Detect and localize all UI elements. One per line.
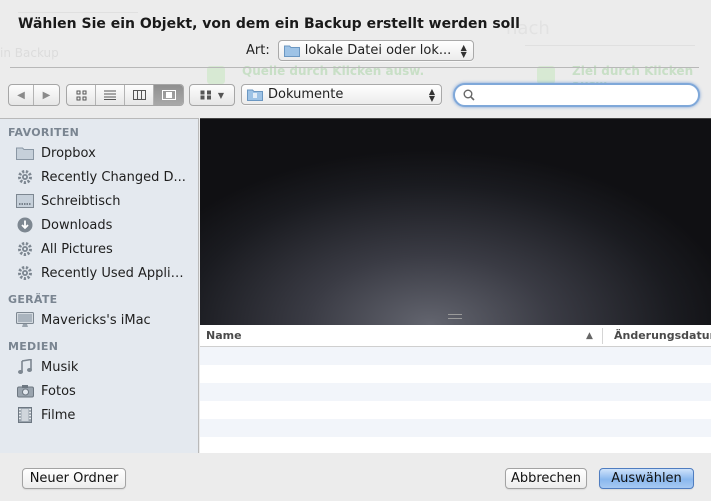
back-forward-control: ◀ ▶	[8, 84, 60, 106]
new-folder-button[interactable]: Neuer Ordner	[22, 468, 126, 489]
location-popup-value: Dokumente	[268, 87, 344, 102]
column-header-date[interactable]: Änderungsdatum	[614, 329, 711, 342]
type-popup[interactable]: lokale Datei oder lok... ▲ ▼	[277, 40, 474, 61]
list-view-icon	[104, 90, 116, 100]
popup-arrows-icon: ▲ ▼	[428, 86, 435, 103]
camera-icon	[16, 382, 34, 400]
gear-icon	[16, 240, 34, 258]
sidebar-item-desktop[interactable]: Schreibtisch	[0, 189, 198, 213]
list-view-button[interactable]	[96, 85, 125, 105]
search-icon	[463, 89, 475, 101]
film-icon	[16, 406, 34, 424]
search-input[interactable]	[479, 88, 679, 102]
gear-icon	[16, 168, 34, 186]
sidebar-item-all-pictures[interactable]: All Pictures	[0, 237, 198, 261]
sidebar-item-label: Musik	[41, 359, 79, 375]
sidebar-item-label: Mavericks's iMac	[41, 312, 151, 328]
cancel-button[interactable]: Abbrechen	[505, 468, 587, 489]
coverflow-view-icon	[161, 90, 176, 100]
back-button[interactable]: ◀	[9, 85, 34, 105]
splitter-grip[interactable]	[448, 314, 462, 319]
back-icon: ◀	[17, 89, 25, 101]
column-separator[interactable]	[602, 328, 603, 344]
chevron-down-icon: ▼	[217, 90, 225, 100]
choose-button[interactable]: Auswählen	[599, 468, 694, 489]
icon-view-icon	[76, 90, 86, 100]
type-popup-value: lokale Datei oder lok...	[304, 43, 452, 58]
sidebar-item-label: Recently Changed D...	[41, 169, 186, 185]
sort-ascending-icon: ▲	[586, 330, 593, 341]
gear-icon	[16, 264, 34, 282]
list-header: Name ▲ Änderungsdatum	[200, 325, 711, 347]
search-field[interactable]	[453, 83, 700, 107]
type-label: Art:	[246, 43, 270, 58]
file-list[interactable]: Name ▲ Änderungsdatum	[200, 325, 711, 453]
coverflow-preview	[200, 118, 711, 325]
music-icon	[16, 358, 34, 376]
divider	[10, 67, 699, 68]
sidebar-item-label: Recently Used Applic...	[41, 265, 186, 281]
sidebar-item-label: Filme	[41, 407, 76, 423]
sidebar-item-photos[interactable]: Fotos	[0, 379, 198, 403]
empty-row	[200, 365, 711, 383]
sidebar-item-label: All Pictures	[41, 241, 113, 257]
forward-button[interactable]: ▶	[34, 85, 59, 105]
documents-folder-icon	[247, 89, 263, 101]
sidebar-heading-favorites: FAVORITEN	[8, 125, 80, 139]
sidebar: FAVORITEN Dropbox Recently Changed D... …	[0, 118, 199, 453]
download-icon	[16, 216, 34, 234]
coverflow-view-button[interactable]	[154, 85, 183, 105]
sidebar-item-label: Dropbox	[41, 145, 96, 161]
arrange-icon	[200, 90, 211, 100]
icon-view-button[interactable]	[67, 85, 96, 105]
desktop-icon	[16, 192, 34, 210]
sidebar-heading-devices: GERÄTE	[8, 292, 58, 306]
empty-row	[200, 419, 711, 437]
dialog-title: Wählen Sie ein Objekt, von dem ein Backu…	[18, 16, 520, 32]
toolbar: ◀ ▶ ▼ Dokumente ▲ ▼	[0, 83, 711, 110]
sidebar-item-music[interactable]: Musik	[0, 355, 198, 379]
forward-icon: ▶	[42, 89, 51, 101]
empty-row	[200, 383, 711, 401]
column-view-icon	[132, 90, 146, 100]
imac-icon	[16, 311, 34, 329]
sidebar-item-movies[interactable]: Filme	[0, 403, 198, 427]
type-row: Art: lokale Datei oder lok... ▲ ▼	[246, 40, 474, 61]
column-header-name[interactable]: Name	[206, 329, 242, 342]
button-bar: Neuer Ordner Abbrechen Auswählen	[0, 453, 711, 501]
folder-icon	[283, 45, 300, 57]
sidebar-item-dropbox[interactable]: Dropbox	[0, 141, 198, 165]
sidebar-item-label: Downloads	[41, 217, 113, 233]
popup-arrows-icon: ▲ ▼	[460, 42, 467, 59]
sidebar-item-recently-changed[interactable]: Recently Changed D...	[0, 165, 198, 189]
open-panel-sheet: Wählen Sie ein Objekt, von dem ein Backu…	[0, 0, 711, 501]
view-mode-control	[66, 84, 184, 106]
arrange-button[interactable]: ▼	[189, 84, 235, 106]
sidebar-item-imac[interactable]: Mavericks's iMac	[0, 308, 198, 332]
empty-row	[200, 347, 711, 365]
arrange-button-inner: ▼	[190, 85, 234, 105]
location-popup[interactable]: Dokumente ▲ ▼	[241, 84, 442, 105]
sidebar-heading-media: MEDIEN	[8, 339, 59, 353]
sidebar-item-label: Schreibtisch	[41, 193, 121, 209]
sidebar-item-label: Fotos	[41, 383, 76, 399]
column-view-button[interactable]	[125, 85, 154, 105]
sidebar-item-downloads[interactable]: Downloads	[0, 213, 198, 237]
empty-row	[200, 437, 711, 453]
empty-row	[200, 401, 711, 419]
sidebar-item-recently-used-apps[interactable]: Recently Used Applic...	[0, 261, 198, 285]
folder-icon	[16, 144, 34, 162]
